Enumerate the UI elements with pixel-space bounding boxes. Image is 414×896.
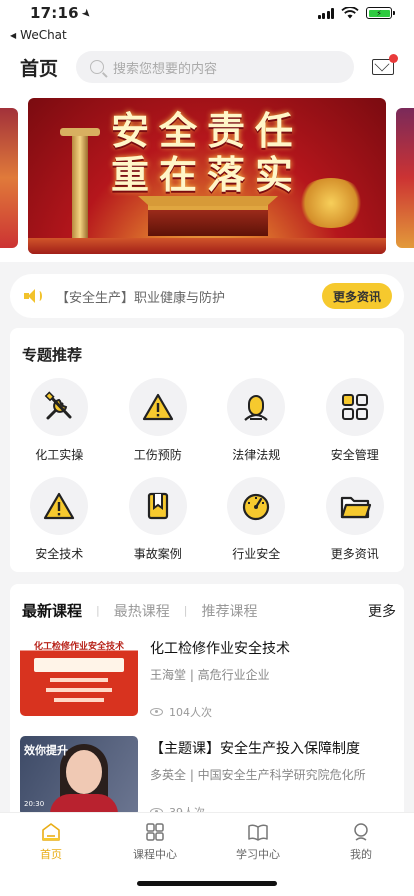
location-arrow-icon: ➤ bbox=[78, 5, 95, 21]
topic-label: 行业安全 bbox=[232, 547, 281, 561]
course-thumbnail[interactable]: 效你提升 20:30 bbox=[20, 736, 138, 816]
course-tabs: 最新课程 | 最热课程 | 推荐课程 更多 bbox=[22, 600, 396, 621]
course-title[interactable]: 【主题课】安全生产投入保障制度 bbox=[150, 738, 400, 758]
topic-item[interactable]: 行业安全 bbox=[207, 477, 306, 562]
status-time: 17:16 bbox=[30, 4, 79, 22]
back-app-label: WeChat bbox=[20, 28, 67, 42]
gauge-icon bbox=[227, 477, 286, 535]
eye-icon bbox=[150, 708, 163, 716]
tab-recommended[interactable]: 推荐课程 bbox=[201, 601, 257, 621]
battery-fill: ⚡ bbox=[368, 9, 390, 18]
thumbnail-title: 化工检修作业安全技术 bbox=[33, 642, 124, 652]
status-icons: ⚡ bbox=[317, 7, 395, 19]
back-triangle-icon: ◀ bbox=[10, 30, 17, 40]
signal-icon bbox=[317, 7, 334, 19]
banner-ground bbox=[28, 238, 386, 254]
page-title: 首页 bbox=[20, 57, 59, 80]
mail-icon[interactable] bbox=[372, 54, 398, 75]
course-views: 104人次 bbox=[150, 704, 212, 720]
status-bar: 17:16 ➤ ⚡ bbox=[0, 0, 414, 26]
topic-item[interactable]: 法律法规 bbox=[207, 378, 306, 463]
topic-label: 化工实操 bbox=[35, 448, 84, 462]
view-count: 104人次 bbox=[169, 706, 212, 719]
warning-icon bbox=[30, 477, 89, 535]
home-icon bbox=[42, 823, 60, 841]
wifi-icon bbox=[341, 7, 359, 19]
tab-latest[interactable]: 最新课程 bbox=[22, 600, 82, 621]
search-input[interactable]: 搜索您想要的内容 bbox=[76, 51, 354, 83]
back-to-app[interactable]: ◀ WeChat bbox=[0, 26, 414, 44]
warning-icon bbox=[128, 378, 187, 436]
tab-hottest[interactable]: 最热课程 bbox=[114, 601, 170, 621]
tab-divider: | bbox=[183, 604, 188, 617]
tab-home[interactable]: 首页 bbox=[11, 821, 91, 862]
tab-mine[interactable]: 我的 bbox=[321, 821, 401, 862]
header: 首页 搜索您想要的内容 bbox=[0, 44, 414, 90]
topic-item[interactable]: 化工实操 bbox=[10, 378, 109, 463]
banner-next-slide[interactable] bbox=[396, 108, 414, 248]
course-title[interactable]: 化工检修作业安全技术 bbox=[150, 638, 400, 658]
thumbnail-title: 效你提升 bbox=[24, 744, 68, 757]
speaker-icon bbox=[24, 289, 42, 303]
topic-label: 法律法规 bbox=[232, 448, 281, 462]
tab-study-center[interactable]: 学习中心 bbox=[218, 821, 298, 862]
tab-course-center[interactable]: 课程中心 bbox=[115, 821, 195, 862]
tab-mine-label: 我的 bbox=[350, 848, 372, 861]
course-meta: 王海堂 | 高危行业企业 bbox=[150, 668, 270, 682]
tab-divider: | bbox=[96, 604, 100, 617]
topic-label: 事故案例 bbox=[133, 547, 182, 561]
notification-dot bbox=[389, 54, 398, 63]
topic-label: 安全管理 bbox=[330, 448, 379, 462]
tab-study-center-label: 学习中心 bbox=[236, 848, 280, 861]
battery-icon: ⚡ bbox=[366, 7, 395, 19]
course-meta: 多英全 | 中国安全生产科学研究院危化所 bbox=[150, 768, 366, 782]
folder-icon bbox=[325, 477, 384, 535]
thumbnail-time: 20:30 bbox=[24, 800, 45, 808]
more-courses-link[interactable]: 更多 bbox=[368, 601, 396, 621]
person-icon bbox=[227, 378, 286, 436]
banner-slide[interactable]: 安全责任 重在落实 bbox=[28, 98, 386, 254]
notice-bar[interactable]: 【安全生产】职业健康与防护 更多资讯 bbox=[10, 274, 404, 318]
profile-icon bbox=[354, 823, 368, 841]
bottom-tabbar: 首页 课程中心 学习中心 我的 bbox=[0, 812, 414, 896]
grid-icon bbox=[325, 378, 384, 436]
topic-item[interactable]: 事故案例 bbox=[109, 477, 208, 562]
topic-item[interactable]: 工伤预防 bbox=[109, 378, 208, 463]
course-info: 【主题课】安全生产投入保障制度 多英全 | 中国安全生产科学研究院危化所 39人… bbox=[150, 736, 400, 820]
topic-item[interactable]: 安全管理 bbox=[306, 378, 405, 463]
notice-text[interactable]: 【安全生产】职业健康与防护 bbox=[56, 287, 225, 306]
course-thumbnail[interactable]: 化工检修作业安全技术 bbox=[20, 636, 138, 716]
tools-icon bbox=[30, 378, 89, 436]
topic-label: 工伤预防 bbox=[133, 448, 182, 462]
more-news-button[interactable]: 更多资讯 bbox=[322, 283, 392, 309]
banner-prev-slide[interactable] bbox=[0, 108, 18, 248]
banner-carousel[interactable]: 安全责任 重在落实 bbox=[0, 90, 414, 262]
course-info: 化工检修作业安全技术 王海堂 | 高危行业企业 104人次 bbox=[150, 636, 400, 720]
topic-label: 安全技术 bbox=[35, 547, 84, 561]
hall-illustration bbox=[148, 204, 268, 236]
course-grid-icon bbox=[146, 823, 164, 841]
course-item[interactable]: 化工检修作业安全技术 化工检修作业安全技术 王海堂 | 高危行业企业 104人次 bbox=[20, 636, 400, 720]
banner-line2: 重在落实 bbox=[110, 152, 303, 197]
search-icon bbox=[90, 60, 104, 74]
topics-title: 专题推荐 bbox=[22, 346, 83, 364]
topics-card: 专题推荐 化工实操 工伤预防 法律法规 安全管理 安全技术 事故案例 行业安全 … bbox=[10, 328, 404, 572]
search-placeholder: 搜索您想要的内容 bbox=[113, 61, 218, 77]
tab-home-label: 首页 bbox=[40, 848, 62, 861]
home-indicator bbox=[137, 881, 277, 886]
topic-label: 更多资讯 bbox=[330, 547, 379, 561]
tab-course-center-label: 课程中心 bbox=[133, 848, 177, 861]
topic-item[interactable]: 安全技术 bbox=[10, 477, 109, 562]
book-icon bbox=[248, 824, 268, 841]
course-item[interactable]: 效你提升 20:30 【主题课】安全生产投入保障制度 多英全 | 中国安全生产科… bbox=[20, 736, 400, 820]
courses-card: 最新课程 | 最热课程 | 推荐课程 更多 化工检修作业安全技术 化工检修作业安… bbox=[10, 584, 404, 824]
bookmark-icon bbox=[128, 477, 187, 535]
topics-grid: 化工实操 工伤预防 法律法规 安全管理 安全技术 事故案例 行业安全 更多资讯 bbox=[10, 378, 404, 562]
topic-item[interactable]: 更多资讯 bbox=[306, 477, 405, 562]
